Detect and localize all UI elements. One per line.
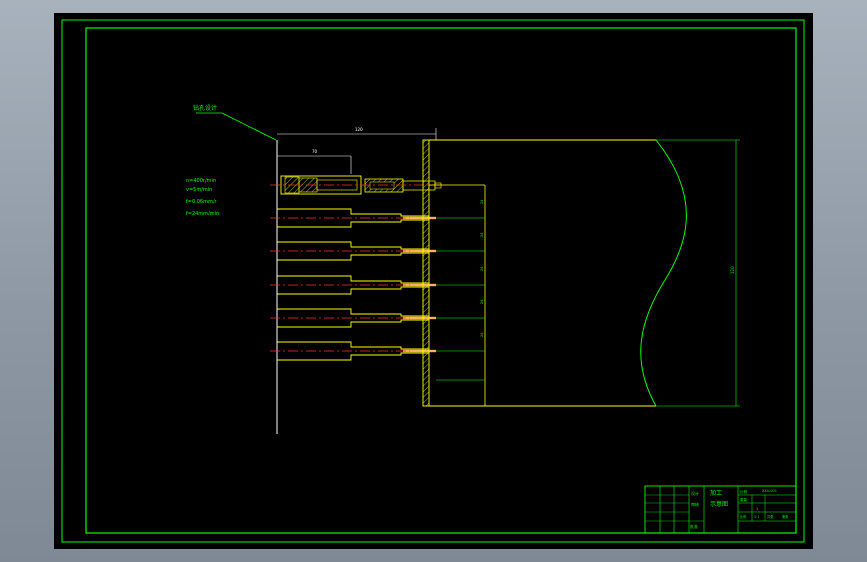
svg-text:共张: 共张 bbox=[767, 514, 774, 519]
svg-text:120: 120 bbox=[355, 127, 363, 132]
svg-text:1:1: 1:1 bbox=[754, 515, 759, 519]
cad-viewport[interactable]: 钻孔设计 n=400r/min v=5m/min f=0.06mm/r f=24… bbox=[0, 0, 867, 562]
label-design: 设计 bbox=[691, 490, 699, 496]
drawing-number: XXX-001 bbox=[762, 489, 777, 493]
label-scale: 比例 bbox=[740, 489, 748, 494]
drawing-sheet bbox=[54, 13, 813, 549]
hole-spacing-label: 24 bbox=[480, 266, 484, 271]
param-velocity: v=5m/min bbox=[186, 187, 212, 193]
hole-spacing-label: 24 bbox=[480, 199, 484, 204]
label-check: 审核 bbox=[691, 501, 699, 507]
hole-spacing-label: 24 bbox=[480, 232, 484, 237]
param-feed-rev: f=0.06mm/r bbox=[186, 199, 218, 205]
title-line-1: 加工 bbox=[710, 489, 722, 497]
svg-text:比例: 比例 bbox=[740, 514, 746, 519]
hole-spacing-label: 24 bbox=[480, 299, 484, 304]
fixture-plate bbox=[422, 139, 430, 407]
title-line-2: 示意图 bbox=[710, 500, 728, 508]
param-feed-min: f=24mm/min bbox=[186, 211, 219, 217]
leader-note-text: 钻孔设计 bbox=[193, 104, 217, 112]
hole-spacing-label: 24 bbox=[480, 332, 484, 337]
label-sheet: 1 bbox=[756, 507, 758, 511]
label-approve: 批准 bbox=[690, 523, 698, 529]
label-weight: 重量 bbox=[740, 497, 748, 502]
svg-text:120: 120 bbox=[730, 266, 735, 274]
svg-text:第张: 第张 bbox=[782, 514, 789, 519]
svg-text:70: 70 bbox=[312, 149, 318, 154]
param-speed: n=400r/min bbox=[186, 178, 216, 184]
